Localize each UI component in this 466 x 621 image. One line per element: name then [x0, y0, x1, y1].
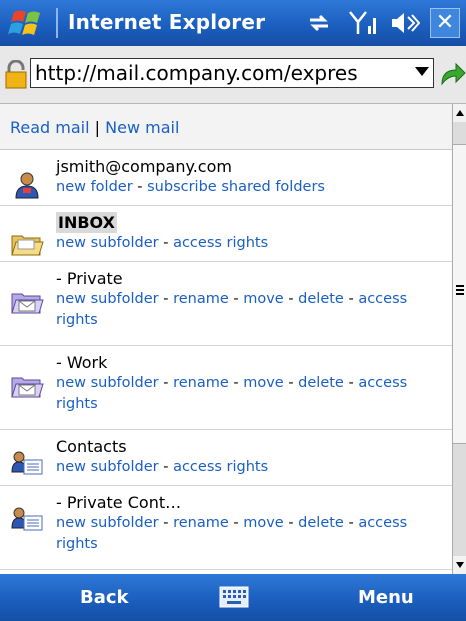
contacts-icon — [10, 448, 44, 478]
mail-folder-icon — [10, 286, 44, 316]
mail-folder-icon — [10, 370, 44, 400]
read-mail-link[interactable]: Read mail — [10, 118, 90, 137]
app-title: Internet Explorer — [68, 10, 266, 34]
link-separator: - — [158, 235, 174, 251]
contacts-icon — [10, 504, 44, 534]
top-nav: Read mail | New mail — [0, 104, 452, 150]
folder-name[interactable]: jsmith@company.com — [56, 157, 232, 176]
page-content: Read mail | New mail jsmith@company.com n… — [0, 104, 452, 574]
go-icon[interactable] — [438, 60, 466, 88]
new-mail-link[interactable]: New mail — [105, 118, 179, 137]
link-separator: - — [158, 375, 174, 391]
folder-row: - Work new subfolder - rename - move - de… — [0, 346, 452, 430]
link-separator: - — [283, 515, 299, 531]
folder-actions: new subfolder - access rights — [56, 457, 446, 478]
folder-row: INBOX new subfolder - access rights — [0, 206, 452, 262]
new-subfolder-link[interactable]: new subfolder — [56, 459, 159, 475]
link-separator: - — [158, 459, 174, 475]
folder-actions: new subfolder - rename - move - delete -… — [56, 513, 446, 555]
subscribe-shared-folders-link[interactable]: subscribe shared folders — [147, 179, 325, 195]
folder-name[interactable]: Contacts — [56, 437, 127, 456]
volume-icon[interactable] — [390, 10, 420, 36]
new-subfolder-link[interactable]: new subfolder — [56, 291, 159, 307]
link-separator: - — [283, 291, 299, 307]
folder-row: - Private Cont… new subfolder - rename - … — [0, 486, 452, 570]
link-separator: - — [228, 291, 244, 307]
scrollbar[interactable] — [452, 104, 466, 574]
access-rights-link[interactable]: access rights — [173, 459, 268, 475]
move-link[interactable]: move — [243, 375, 284, 391]
folder-name[interactable]: - Private Cont… — [56, 493, 181, 512]
link-separator: - — [158, 291, 174, 307]
folder-row: jsmith@company.com new folder - subscribe… — [0, 150, 452, 206]
access-rights-link[interactable]: access rights — [173, 235, 268, 251]
user-icon — [10, 170, 44, 200]
close-button[interactable]: ✕ — [430, 8, 460, 38]
chevron-down-icon[interactable] — [415, 67, 429, 76]
link-separator: - — [343, 375, 359, 391]
lock-icon — [5, 60, 27, 89]
link-separator: - — [132, 179, 148, 195]
new-subfolder-link[interactable]: new subfolder — [56, 515, 159, 531]
title-separator — [56, 8, 58, 38]
folder-name[interactable]: - Work — [56, 353, 107, 372]
title-bar: Internet Explorer ✕ — [0, 0, 466, 46]
delete-link[interactable]: delete — [298, 291, 344, 307]
menu-softkey[interactable]: Menu — [358, 587, 414, 608]
windows-logo-icon[interactable] — [8, 6, 48, 40]
open-folder-icon — [10, 228, 44, 258]
address-bar: http://mail.company.com/expres — [0, 46, 466, 104]
folder-name[interactable]: - Private — [56, 269, 123, 288]
back-softkey[interactable]: Back — [80, 587, 129, 608]
folder-name[interactable]: INBOX — [56, 212, 117, 233]
signal-icon[interactable] — [348, 10, 378, 36]
rename-link[interactable]: rename — [173, 291, 229, 307]
scroll-down-arrow[interactable] — [453, 556, 466, 574]
keyboard-icon[interactable] — [219, 586, 249, 608]
folder-actions: new subfolder - access rights — [56, 233, 446, 254]
move-link[interactable]: move — [243, 291, 284, 307]
scroll-up-arrow[interactable] — [453, 104, 466, 122]
move-link[interactable]: move — [243, 515, 284, 531]
link-separator: - — [283, 375, 299, 391]
folder-actions: new subfolder - rename - move - delete -… — [56, 289, 446, 331]
scroll-thumb[interactable] — [453, 144, 466, 444]
rename-link[interactable]: rename — [173, 515, 229, 531]
new-folder-link[interactable]: new folder — [56, 179, 133, 195]
delete-link[interactable]: delete — [298, 375, 344, 391]
folder-row: - Private new subfolder - rename - move -… — [0, 262, 452, 346]
nav-separator: | — [94, 118, 101, 137]
folder-actions: new subfolder - rename - move - delete -… — [56, 373, 446, 415]
folder-row: Contacts new subfolder - access rights — [0, 430, 452, 486]
delete-link[interactable]: delete — [298, 515, 344, 531]
url-field[interactable]: http://mail.company.com/expres — [30, 58, 434, 88]
new-subfolder-link[interactable]: new subfolder — [56, 375, 159, 391]
folder-list: jsmith@company.com new folder - subscribe… — [0, 150, 452, 570]
softkey-bar: Back Menu — [0, 574, 466, 621]
folder-actions: new folder - subscribe shared folders — [56, 177, 446, 198]
new-subfolder-link[interactable]: new subfolder — [56, 235, 159, 251]
link-separator: - — [343, 291, 359, 307]
grip-icon — [456, 285, 464, 295]
link-separator: - — [158, 515, 174, 531]
rename-link[interactable]: rename — [173, 375, 229, 391]
link-separator: - — [228, 515, 244, 531]
link-separator: - — [228, 375, 244, 391]
connectivity-icon[interactable] — [306, 10, 332, 36]
link-separator: - — [343, 515, 359, 531]
url-text[interactable]: http://mail.company.com/expres — [35, 61, 405, 85]
